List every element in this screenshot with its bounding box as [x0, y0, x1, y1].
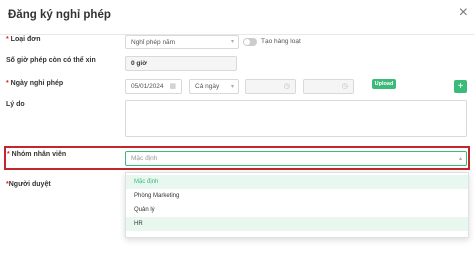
- chevron-down-icon: ▾: [230, 39, 234, 45]
- leave-date-picker[interactable]: 05/01/2024 ▦: [125, 79, 182, 94]
- clock-icon: ◷: [283, 82, 290, 90]
- calendar-icon: ▦: [169, 82, 176, 90]
- leave-type-label: * Loại đơn: [6, 36, 41, 43]
- dropdown-option[interactable]: Mặc định: [126, 175, 468, 189]
- approver-label: *Người duyệt: [6, 181, 51, 188]
- leave-type-value: Nghỉ phép năm: [131, 38, 176, 46]
- reason-label: Lý do: [6, 101, 25, 108]
- dialog-header: Đăng ký nghỉ phép ×: [0, 0, 474, 35]
- leave-period-value: Cả ngày: [195, 83, 220, 90]
- clock-icon: ◷: [341, 82, 348, 90]
- employee-group-select[interactable]: Mặc định ▴: [125, 151, 467, 166]
- close-icon[interactable]: ×: [459, 5, 468, 21]
- leave-date-label: * Ngày nghỉ phép: [6, 80, 64, 87]
- leave-period-select[interactable]: Cả ngày ▾: [189, 79, 239, 94]
- leave-date-value: 05/01/2024: [131, 83, 164, 90]
- bulk-create-toggle[interactable]: [243, 38, 257, 46]
- chevron-up-icon: ▴: [458, 155, 462, 162]
- bulk-create-label: Tạo hàng loạt: [261, 38, 301, 45]
- leave-type-select[interactable]: Nghỉ phép năm ▾: [125, 35, 239, 49]
- dialog-title: Đăng ký nghỉ phép: [8, 9, 111, 21]
- dropdown-option[interactable]: Quản lý: [126, 203, 468, 217]
- reason-textarea[interactable]: [125, 100, 467, 137]
- start-time-field: ◷: [245, 79, 296, 94]
- employee-group-placeholder: Mặc định: [131, 155, 158, 162]
- add-button[interactable]: +: [454, 80, 467, 93]
- dropdown-option[interactable]: Phòng Marketing: [126, 189, 468, 203]
- remaining-hours-label: Số giờ phép còn có thể xin: [6, 57, 96, 64]
- dropdown-option[interactable]: HR: [126, 217, 468, 231]
- remaining-hours-field: 0 giờ: [125, 56, 237, 71]
- end-time-field: ◷: [303, 79, 354, 94]
- upload-button[interactable]: Upload: [372, 79, 396, 89]
- employee-group-label: * Nhóm nhân viên: [7, 151, 67, 158]
- chevron-down-icon: ▾: [230, 83, 234, 90]
- employee-group-dropdown: Mặc định Phòng Marketing Quản lý HR: [125, 172, 469, 238]
